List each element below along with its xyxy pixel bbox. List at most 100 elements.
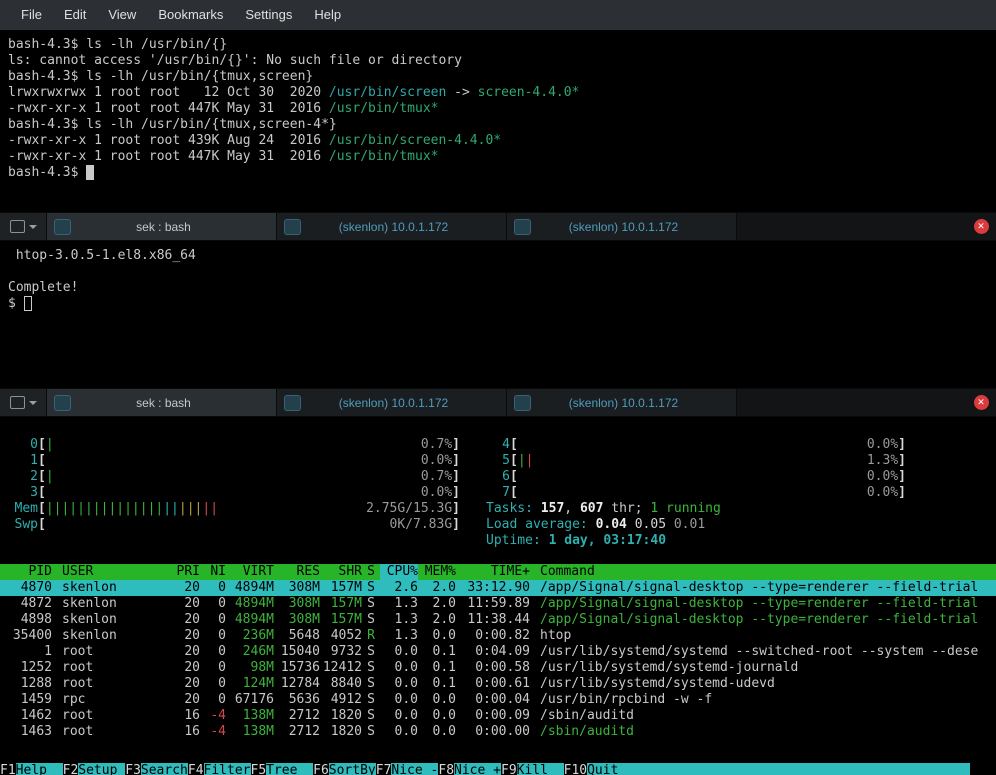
terminal-pane-top[interactable]: bash-4.3$ ls -lh /usr/bin/{}ls: cannot a…: [0, 30, 996, 212]
process-row[interactable]: 1root200246M150409732S0.00.10:04.09/usr/…: [0, 644, 996, 660]
meter-bars: |: [46, 437, 421, 453]
fkey-f1[interactable]: F1Help: [0, 763, 63, 775]
meter-value: 2.75G/15.3G: [366, 501, 452, 517]
fkey-number: F10: [564, 763, 587, 775]
meter-value: 0.0%: [421, 453, 452, 469]
terminal-line: -rwxr-xr-x 1 root root 447K May 31 2016 …: [8, 149, 992, 165]
meter-6: 6[0.0%]: [486, 469, 906, 485]
column-header-cpu[interactable]: CPU%: [380, 564, 418, 580]
fkey-number: F3: [125, 763, 141, 775]
close-icon: ✕: [974, 219, 989, 234]
tab-3[interactable]: (skenlon) 10.0.1.172: [507, 213, 737, 240]
tab-1[interactable]: sek : bash: [47, 389, 277, 416]
fkey-f10[interactable]: F10Quit: [564, 763, 634, 775]
column-header-user[interactable]: USER: [52, 564, 172, 580]
fkey-f8[interactable]: F8Nice +: [438, 763, 501, 775]
terminal-tab-icon: [54, 395, 71, 411]
fkey-f5[interactable]: F5Tree: [251, 763, 314, 775]
terminal-line: [8, 264, 992, 280]
menu-item-settings[interactable]: Settings: [234, 0, 303, 30]
fkey-label: Setup: [78, 763, 125, 775]
process-row[interactable]: 35400skenlon200236M56484052R1.30.00:00.8…: [0, 628, 996, 644]
text-cursor: [86, 165, 94, 180]
column-header-virt[interactable]: VIRT: [226, 564, 274, 580]
meter-bars: [46, 517, 390, 533]
column-header-ni[interactable]: NI: [200, 564, 226, 580]
fkey-f6[interactable]: F6SortBy: [313, 763, 376, 775]
meter-bars: [518, 469, 867, 485]
terminal-line: bash-4.3$ ls -lh /usr/bin/{tmux,screen-4…: [8, 117, 992, 133]
fkey-label: Nice +: [454, 763, 501, 775]
close-tab-button[interactable]: ✕: [966, 389, 996, 416]
terminal-tab-icon: [54, 219, 71, 235]
tab-bar-middle: sek : bash (skenlon) 10.0.1.172(skenlon) …: [0, 388, 996, 417]
terminal-line: ls: cannot access '/usr/bin/{}': No such…: [8, 53, 992, 69]
tab-label: (skenlon) 10.0.1.172: [301, 396, 506, 410]
process-row[interactable]: 1462root16-4138M27121820S0.00.00:00.09/s…: [0, 708, 996, 724]
tasks-summary: Tasks: 157, 607 thr; 1 running: [486, 501, 721, 517]
process-row[interactable]: 4872skenlon2004894M308M157MS1.32.011:59.…: [0, 596, 996, 612]
menu-item-help[interactable]: Help: [303, 0, 352, 30]
close-tab-button[interactable]: ✕: [966, 213, 996, 240]
fkey-number: F7: [376, 763, 392, 775]
fkey-label: Filter: [204, 763, 251, 775]
process-row[interactable]: 1252root20098M1573612412S0.00.10:00.58/u…: [0, 660, 996, 676]
fkey-label: Tree: [266, 763, 313, 775]
meter-7: 7[0.0%]: [486, 485, 906, 501]
column-header-res[interactable]: RES: [274, 564, 320, 580]
new-tab-button[interactable]: [0, 213, 47, 240]
new-tab-icon: [10, 396, 25, 409]
fkey-f2[interactable]: F2Setup: [63, 763, 126, 775]
fkey-label: SortBy: [329, 763, 376, 775]
process-row-selected[interactable]: 4870skenlon2004894M308M157MS2.62.033:12.…: [0, 580, 996, 596]
menu-item-edit[interactable]: Edit: [53, 0, 97, 30]
fkey-label: Quit: [587, 763, 634, 775]
meter-value: 1.3%: [867, 453, 898, 469]
fkey-label: Search: [141, 763, 188, 775]
tab-2[interactable]: (skenlon) 10.0.1.172: [277, 213, 507, 240]
meter-bars: ||: [518, 453, 867, 469]
terminal-line: lrwxrwxrwx 1 root root 12 Oct 30 2020 /u…: [8, 85, 992, 101]
column-header-pid[interactable]: PID: [0, 564, 52, 580]
tab-bar-top: sek : bash(skenlon) 10.0.1.172(skenlon) …: [0, 212, 996, 241]
fkey-number: F9: [501, 763, 517, 775]
tab-1[interactable]: sek : bash: [47, 213, 277, 240]
column-header-s[interactable]: S: [362, 564, 380, 580]
fkey-f9[interactable]: F9Kill: [501, 763, 564, 775]
menu-item-view[interactable]: View: [97, 0, 147, 30]
fkey-f7[interactable]: F7Nice -: [376, 763, 439, 775]
htop-function-key-bar: F1Help F2Setup F3SearchF4FilterF5Tree F6…: [0, 763, 996, 775]
terminal-tab-icon: [284, 219, 301, 235]
menu-item-file[interactable]: File: [10, 0, 53, 30]
process-row[interactable]: 1459rpc2006717656364912S0.00.00:00.04/us…: [0, 692, 996, 708]
htop-process-table: PIDUSERPRINIVIRTRESSHRSCPU%MEM%TIME+Comm…: [0, 564, 996, 740]
menu-item-bookmarks[interactable]: Bookmarks: [147, 0, 234, 30]
process-row[interactable]: 4898skenlon2004894M308M157MS1.32.011:38.…: [0, 612, 996, 628]
meter-value: 0.7%: [421, 437, 452, 453]
tab-2[interactable]: (skenlon) 10.0.1.172: [277, 389, 507, 416]
column-header-time[interactable]: TIME+: [456, 564, 530, 580]
terminal-pane-middle[interactable]: htop-3.0.5-1.el8.x86_64 Complete!$: [0, 241, 996, 388]
column-header-pri[interactable]: PRI: [172, 564, 200, 580]
meter-value: 0.0%: [867, 437, 898, 453]
new-tab-button[interactable]: [0, 389, 47, 416]
meter-value: 0.0%: [867, 485, 898, 501]
meter-label: 7: [486, 485, 510, 501]
meter-label: Mem: [14, 501, 38, 517]
uptime: Uptime: 1 day, 03:17:40: [486, 533, 666, 549]
process-row[interactable]: 1463root16-4138M27121820S0.00.00:00.00/s…: [0, 724, 996, 740]
fkey-f3[interactable]: F3Search: [125, 763, 188, 775]
terminal-line: bash-4.3$: [8, 165, 992, 181]
column-header-command[interactable]: Command: [530, 564, 996, 580]
meter-bars: [518, 437, 867, 453]
column-header-mem[interactable]: MEM%: [418, 564, 456, 580]
meter-value: 0.0%: [867, 469, 898, 485]
terminal-pane-htop[interactable]: 0[|0.7%]4[0.0%]1[0.0%]5[||1.3%]2[|0.7%]6…: [0, 417, 996, 775]
meter-label: 5: [486, 453, 510, 469]
meter-0: 0[|0.7%]: [14, 437, 460, 453]
process-row[interactable]: 1288root200124M127848840S0.00.10:00.61/u…: [0, 676, 996, 692]
fkey-label: Nice -: [391, 763, 438, 775]
tab-3[interactable]: (skenlon) 10.0.1.172: [507, 389, 737, 416]
column-header-shr[interactable]: SHR: [320, 564, 362, 580]
fkey-f4[interactable]: F4Filter: [188, 763, 251, 775]
